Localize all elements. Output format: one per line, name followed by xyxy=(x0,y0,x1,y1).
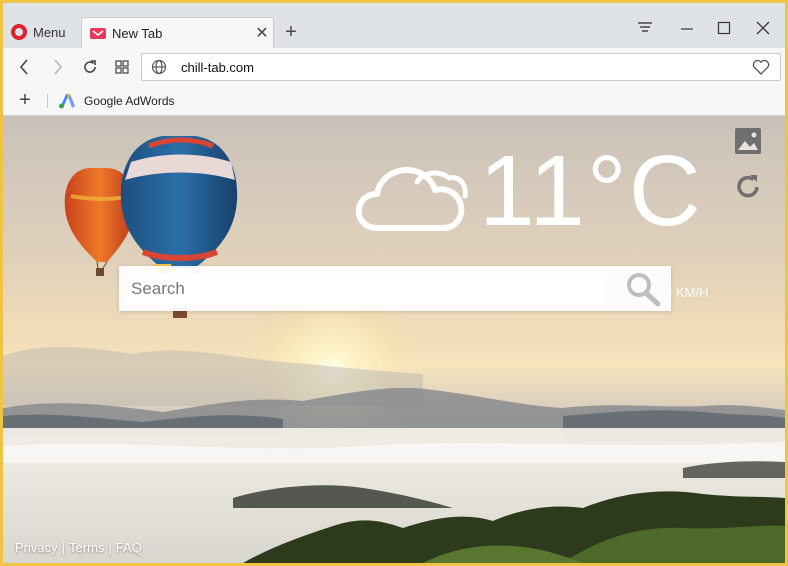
back-icon[interactable] xyxy=(13,56,35,78)
navigation-bar: chill-tab.com xyxy=(3,48,785,86)
footer-separator: | xyxy=(108,540,112,555)
address-url: chill-tab.com xyxy=(181,59,254,75)
bookmarks-bar: + Google AdWords xyxy=(3,86,785,116)
browser-window: Menu New Tab ✕ + chill-tab.com + Google … xyxy=(0,0,788,566)
tab-new-tab[interactable]: New Tab ✕ xyxy=(81,17,274,48)
privacy-link[interactable]: Privacy xyxy=(15,540,58,555)
bookmarks-divider xyxy=(47,94,48,108)
speed-dial-icon[interactable] xyxy=(111,56,133,78)
globe-icon xyxy=(151,59,167,75)
google-adwords-icon xyxy=(59,94,75,109)
heart-icon[interactable] xyxy=(752,59,770,75)
cloud-icon xyxy=(355,167,468,231)
opera-logo-icon xyxy=(11,24,27,40)
add-bookmark-icon[interactable]: + xyxy=(15,90,35,110)
menu-label: Menu xyxy=(33,24,66,40)
refresh-background-icon[interactable] xyxy=(733,171,763,201)
change-background-image-icon[interactable] xyxy=(733,126,763,156)
minimize-icon[interactable] xyxy=(673,17,701,39)
temperature-display: 11°C xyxy=(479,135,704,247)
reload-icon[interactable] xyxy=(79,56,101,78)
footer-separator: | xyxy=(61,540,66,555)
faq-link[interactable]: FAQ xyxy=(116,540,142,555)
tab-title: New Tab xyxy=(112,25,163,41)
wind-speed: 3 KM/H xyxy=(665,285,709,300)
search-box xyxy=(119,266,671,311)
forward-icon[interactable] xyxy=(47,56,69,78)
bookmark-google-adwords[interactable]: Google AdWords xyxy=(58,91,175,111)
new-tab-button[interactable]: + xyxy=(280,21,302,43)
tab-menu-icon[interactable] xyxy=(631,17,659,39)
footer-links: Privacy | Terms | FAQ xyxy=(15,540,142,555)
maximize-icon[interactable] xyxy=(710,17,738,39)
bookmark-label: Google AdWords xyxy=(84,94,175,108)
chill-tab-favicon-icon xyxy=(90,27,106,39)
tab-close-icon[interactable]: ✕ xyxy=(251,23,273,43)
tab-strip: Menu New Tab ✕ + xyxy=(3,3,785,48)
new-tab-page: 11°C 3 KM/H Privacy | Terms | FAQ xyxy=(3,116,785,563)
search-input[interactable] xyxy=(127,274,605,304)
search-icon[interactable] xyxy=(624,271,662,307)
terms-link[interactable]: Terms xyxy=(69,540,104,555)
close-window-icon[interactable] xyxy=(749,17,777,39)
address-bar[interactable]: chill-tab.com xyxy=(141,53,781,81)
opera-menu-button[interactable]: Menu xyxy=(11,21,66,43)
